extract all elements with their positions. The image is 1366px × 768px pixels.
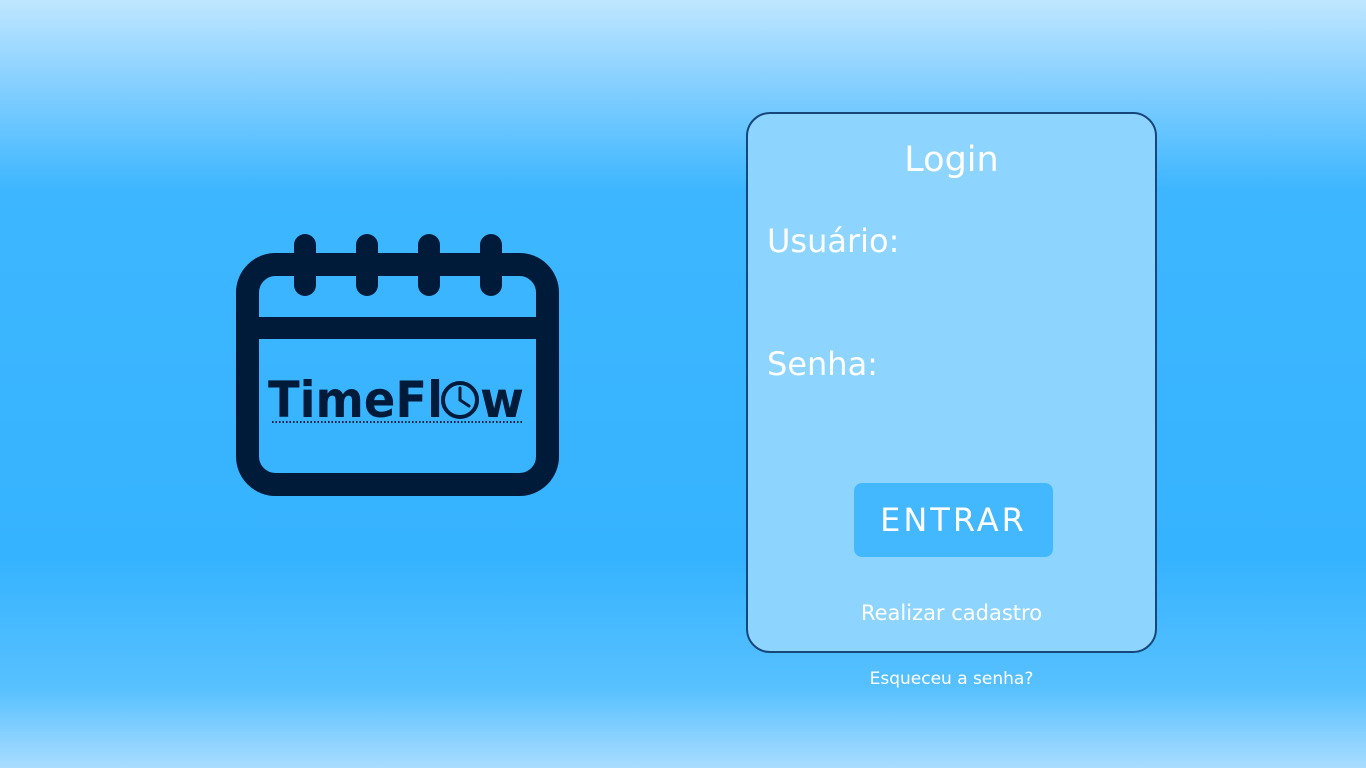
forgot-password-link[interactable]: Esqueceu a senha? <box>746 669 1157 689</box>
username-input[interactable] <box>767 274 1137 310</box>
clock-icon <box>441 381 479 419</box>
signup-link[interactable]: Realizar cadastro <box>748 601 1155 625</box>
login-card: Login Usuário: Senha: ENTRAR Realizar ca… <box>746 112 1157 653</box>
calendar-header-bar <box>248 317 548 339</box>
password-input[interactable] <box>767 397 1137 433</box>
login-title: Login <box>904 140 999 180</box>
enter-button[interactable]: ENTRAR <box>854 483 1053 557</box>
logo-wordmark: TimeFl <box>268 371 443 429</box>
username-label: Usuário: <box>767 222 900 260</box>
password-label: Senha: <box>767 345 878 383</box>
timeflow-logo: TimeFl w <box>230 230 570 500</box>
calendar-icon: TimeFl w <box>236 234 559 496</box>
logo-wordmark-tail: w <box>480 371 524 429</box>
